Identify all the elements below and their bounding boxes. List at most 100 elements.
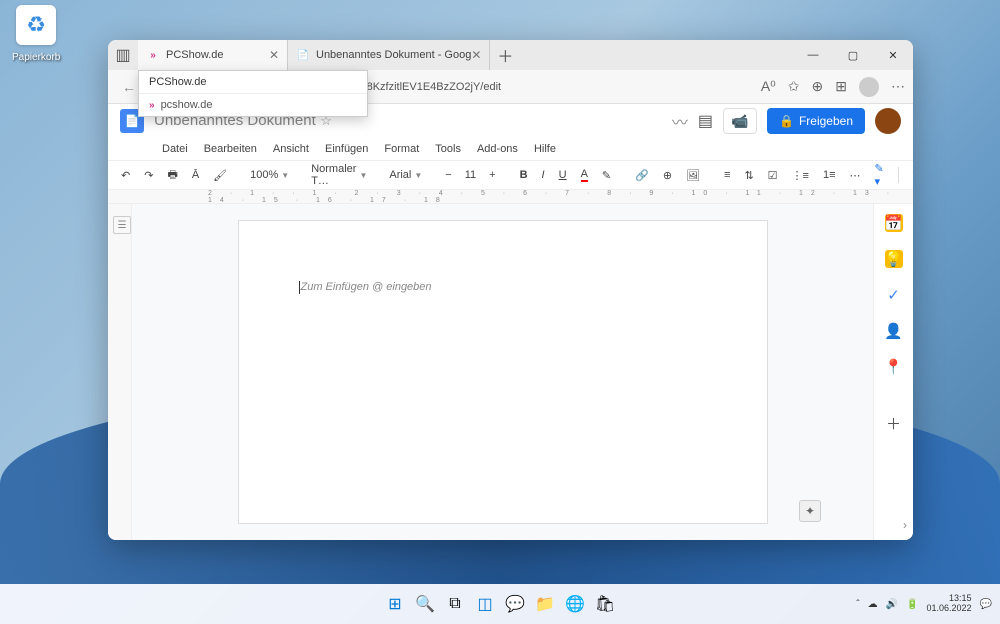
notifications-icon[interactable]: 💬 (980, 599, 992, 610)
more-button[interactable]: ⋯ (845, 166, 866, 185)
recycle-bin-label: Papierkorb (12, 52, 60, 63)
user-avatar[interactable] (875, 108, 901, 134)
contacts-icon[interactable]: 👤 (885, 322, 903, 340)
meet-button[interactable]: 📹 (723, 108, 757, 134)
style-dropdown[interactable]: Normaler T…▼ (307, 161, 371, 189)
menu-help[interactable]: Hilfe (528, 141, 562, 157)
redo-button[interactable]: ↷ (139, 166, 158, 185)
page[interactable]: Zum Einfügen @ eingeben (238, 220, 768, 524)
extensions-icon[interactable]: ⊞ (835, 78, 847, 95)
profile-avatar[interactable] (859, 77, 879, 97)
bold-button[interactable]: B (515, 166, 533, 184)
tasks-icon[interactable]: ✓ (885, 286, 903, 304)
share-button[interactable]: 🔒 Freigeben (767, 108, 865, 134)
favorite-icon[interactable]: ✩ (788, 78, 800, 95)
checklist-button[interactable]: ☑ (763, 166, 783, 185)
font-dropdown[interactable]: Arial▼ (385, 167, 426, 183)
link-button[interactable]: 🔗 (630, 166, 654, 185)
side-panel: 📅 💡 ✓ 👤 📍 ＋ › (873, 204, 913, 540)
font-increase-button[interactable]: + (484, 166, 500, 184)
onedrive-icon[interactable]: ☁ (868, 599, 878, 610)
print-button[interactable]: 🖶 (162, 163, 182, 188)
close-icon[interactable]: ✕ (269, 48, 279, 62)
collapse-panel-icon[interactable]: › (903, 518, 907, 532)
favicon-pcshow: » (146, 48, 160, 62)
undo-button[interactable]: ↶ (116, 166, 135, 185)
ruler-horizontal[interactable]: 2 · 1 · · 1 · 2 · 3 · 4 · 5 · 6 · 7 · 8 … (108, 190, 913, 204)
keep-icon[interactable]: 💡 (885, 250, 903, 268)
image-button[interactable]: 🖼 (681, 166, 705, 185)
search-button[interactable]: 🔍 (413, 592, 437, 616)
calendar-icon[interactable]: 📅 (885, 214, 903, 232)
bullet-list-button[interactable]: ⋮≡ (787, 166, 814, 185)
menu-edit[interactable]: Bearbeiten (198, 141, 263, 157)
tab-pcshow[interactable]: » PCShow.de ✕ (138, 40, 288, 70)
tab-docs[interactable]: 📄 Unbenanntes Dokument - Goog ✕ (288, 40, 490, 70)
activity-icon[interactable]: 〰 (672, 109, 688, 133)
menu-format[interactable]: Format (378, 141, 425, 157)
browser-window: ▥ » PCShow.de ✕ 📄 Unbenanntes Dokument -… (108, 40, 913, 540)
widgets-button[interactable]: ◫ (473, 592, 497, 616)
suggest-header: PCShow.de (139, 71, 367, 94)
zoom-dropdown[interactable]: 100%▼ (246, 167, 293, 183)
comment-button[interactable]: ⊕ (658, 166, 677, 185)
explorer-button[interactable]: 📁 (533, 592, 557, 616)
paint-format-button[interactable]: 🖌 (208, 166, 232, 185)
menu-icon[interactable]: ⋯ (891, 78, 905, 95)
recycle-bin[interactable]: ♻ Papierkorb (12, 5, 60, 65)
comment-icon[interactable]: ▤ (698, 111, 713, 131)
outline-icon[interactable]: ☰ (113, 216, 131, 234)
chat-button[interactable]: 💬 (503, 592, 527, 616)
menu-insert[interactable]: Einfügen (319, 141, 374, 157)
numbered-list-button[interactable]: 1≡ (818, 166, 841, 184)
tab-title: PCShow.de (166, 49, 223, 61)
tray-chevron-icon[interactable]: ˆ (856, 599, 859, 610)
maps-icon[interactable]: 📍 (885, 358, 903, 376)
volume-icon[interactable]: 🔊 (886, 599, 898, 610)
close-icon[interactable]: ✕ (471, 48, 481, 62)
system-tray: ˆ ☁ 🔊 🔋 13:15 01.06.2022 💬 (856, 594, 992, 614)
line-spacing-button[interactable]: ⇅ (739, 166, 758, 185)
taskview-button[interactable]: ⧉ (443, 592, 467, 616)
hide-menus-button[interactable]: ˆ (908, 166, 913, 184)
menu-view[interactable]: Ansicht (267, 141, 315, 157)
highlight-button[interactable]: ✎ (597, 166, 616, 185)
spellcheck-button[interactable]: Ā (187, 166, 204, 184)
placeholder-text: Zum Einfügen @ eingeben (299, 281, 432, 293)
recycle-bin-icon: ♻ (16, 5, 56, 45)
tab-title: Unbenanntes Dokument - Goog (316, 49, 471, 61)
align-button[interactable]: ≡ (719, 166, 735, 184)
favicon-docs: 📄 (296, 48, 310, 62)
text-color-button[interactable]: A (576, 165, 593, 185)
clock[interactable]: 13:15 01.06.2022 (927, 594, 972, 614)
new-tab-button[interactable]: ＋ (490, 40, 520, 70)
font-decrease-button[interactable]: − (440, 166, 456, 184)
underline-button[interactable]: U (554, 166, 572, 184)
editing-mode-button[interactable]: ✎ ▾ (870, 159, 890, 191)
store-button[interactable]: 🛍 (593, 592, 617, 616)
read-aloud-icon[interactable]: A⁰ (761, 78, 776, 95)
close-window-button[interactable]: ✕ (873, 40, 913, 70)
explore-button[interactable]: ✦ (799, 500, 821, 522)
lock-icon: 🔒 (779, 114, 794, 128)
minimize-button[interactable]: — (793, 40, 833, 70)
maximize-button[interactable]: ▢ (833, 40, 873, 70)
edge-button[interactable]: 🌐 (563, 592, 587, 616)
start-button[interactable]: ⊞ (383, 592, 407, 616)
tab-actions-icon[interactable]: ▥ (108, 40, 138, 70)
toolbar: ↶ ↷ 🖶 Ā 🖌 100%▼ Normaler T…▼ Arial▼ − 11… (108, 160, 913, 190)
font-size[interactable]: 11 (461, 167, 480, 183)
url-suggest-dropdown: PCShow.de » pcshow.de (138, 70, 368, 117)
network-icon[interactable]: 🔋 (906, 599, 918, 610)
addons-icon[interactable]: ＋ (885, 414, 903, 432)
menu-addons[interactable]: Add-ons (471, 141, 524, 157)
collections-icon[interactable]: ⊕ (812, 78, 824, 95)
menu-bar: Datei Bearbeiten Ansicht Einfügen Format… (108, 138, 913, 160)
menu-file[interactable]: Datei (156, 141, 194, 157)
ruler-vertical[interactable] (108, 204, 132, 540)
menu-tools[interactable]: Tools (429, 141, 467, 157)
suggest-favicon: » (149, 100, 155, 111)
titlebar: ▥ » PCShow.de ✕ 📄 Unbenanntes Dokument -… (108, 40, 913, 70)
italic-button[interactable]: I (537, 166, 550, 184)
suggest-item[interactable]: » pcshow.de (139, 94, 367, 116)
